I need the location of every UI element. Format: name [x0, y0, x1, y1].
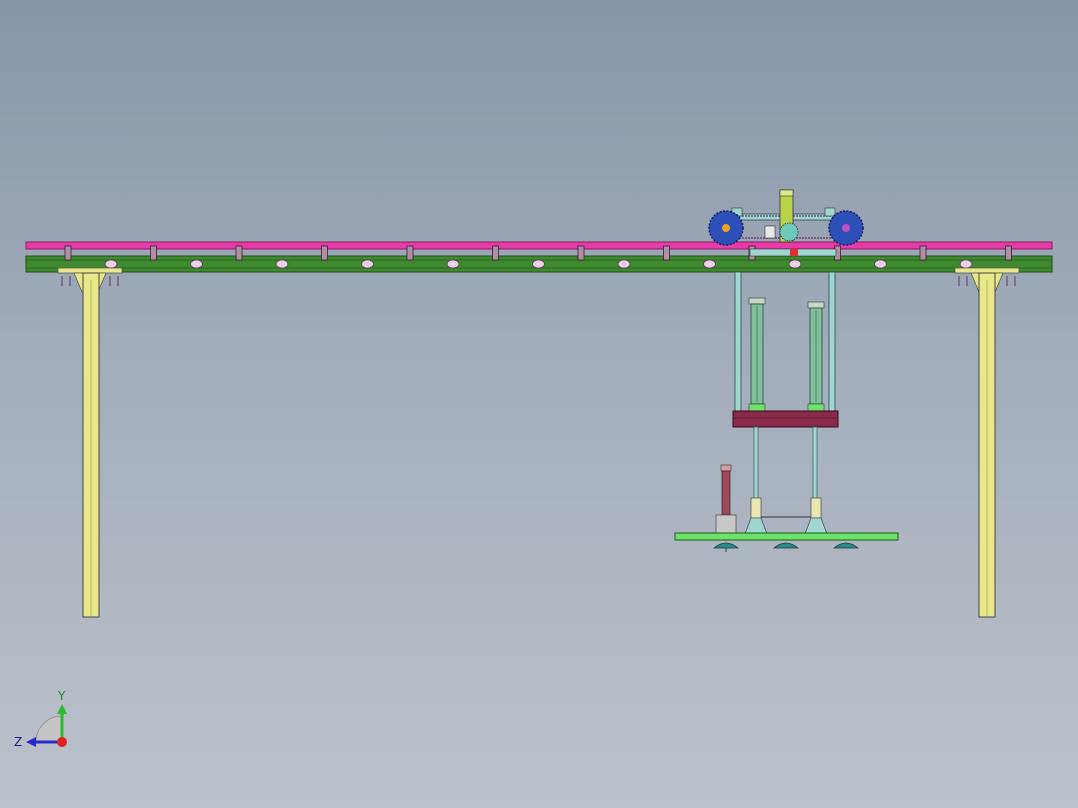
carriage-plate[interactable]	[732, 410, 839, 428]
beam-roller	[446, 259, 460, 269]
gripper-fixtures	[744, 497, 828, 535]
beam-roller	[532, 259, 545, 269]
rail-bolt	[577, 245, 585, 261]
top-rail[interactable]	[25, 241, 1053, 250]
rail-bolt	[321, 245, 328, 261]
triad-y-label: Y	[57, 689, 66, 703]
rail-bolt	[492, 245, 499, 261]
beam-roller	[104, 259, 118, 269]
left-column[interactable]	[57, 267, 123, 618]
beam-roller	[617, 259, 631, 269]
wheel-right[interactable]	[828, 210, 864, 246]
beam-roller	[788, 259, 802, 269]
rail-bolt	[1005, 245, 1012, 261]
rail-bolt	[235, 245, 243, 261]
beam-roller	[703, 259, 716, 269]
rail-bolt	[150, 245, 157, 261]
rail-bolt	[919, 245, 927, 261]
beam-roller	[275, 259, 289, 269]
cad-viewport[interactable]: Y Z	[0, 0, 1078, 808]
side-cylinder[interactable]	[715, 464, 737, 534]
right-column[interactable]	[954, 267, 1020, 618]
lift-cylinder-right[interactable]	[807, 301, 825, 412]
drive-sprocket	[779, 222, 799, 242]
rail-bolt	[64, 245, 72, 261]
triad-z-label: Z	[14, 735, 22, 749]
suction-cups	[712, 542, 860, 552]
rail-bolt	[406, 245, 414, 261]
gripper-bar[interactable]	[674, 532, 899, 541]
beam-roller	[959, 259, 973, 269]
coordinate-triad-icon: Y Z	[14, 689, 67, 749]
beam-roller	[874, 259, 887, 269]
beam-roller	[361, 259, 374, 269]
wheel-left[interactable]	[708, 210, 744, 246]
rail-bolt	[663, 245, 670, 261]
beam-roller	[190, 259, 203, 269]
guide-rods-lower	[753, 426, 818, 500]
lift-cylinder-left[interactable]	[748, 297, 766, 412]
gantry-assembly-drawing[interactable]: Y Z	[0, 0, 1078, 808]
